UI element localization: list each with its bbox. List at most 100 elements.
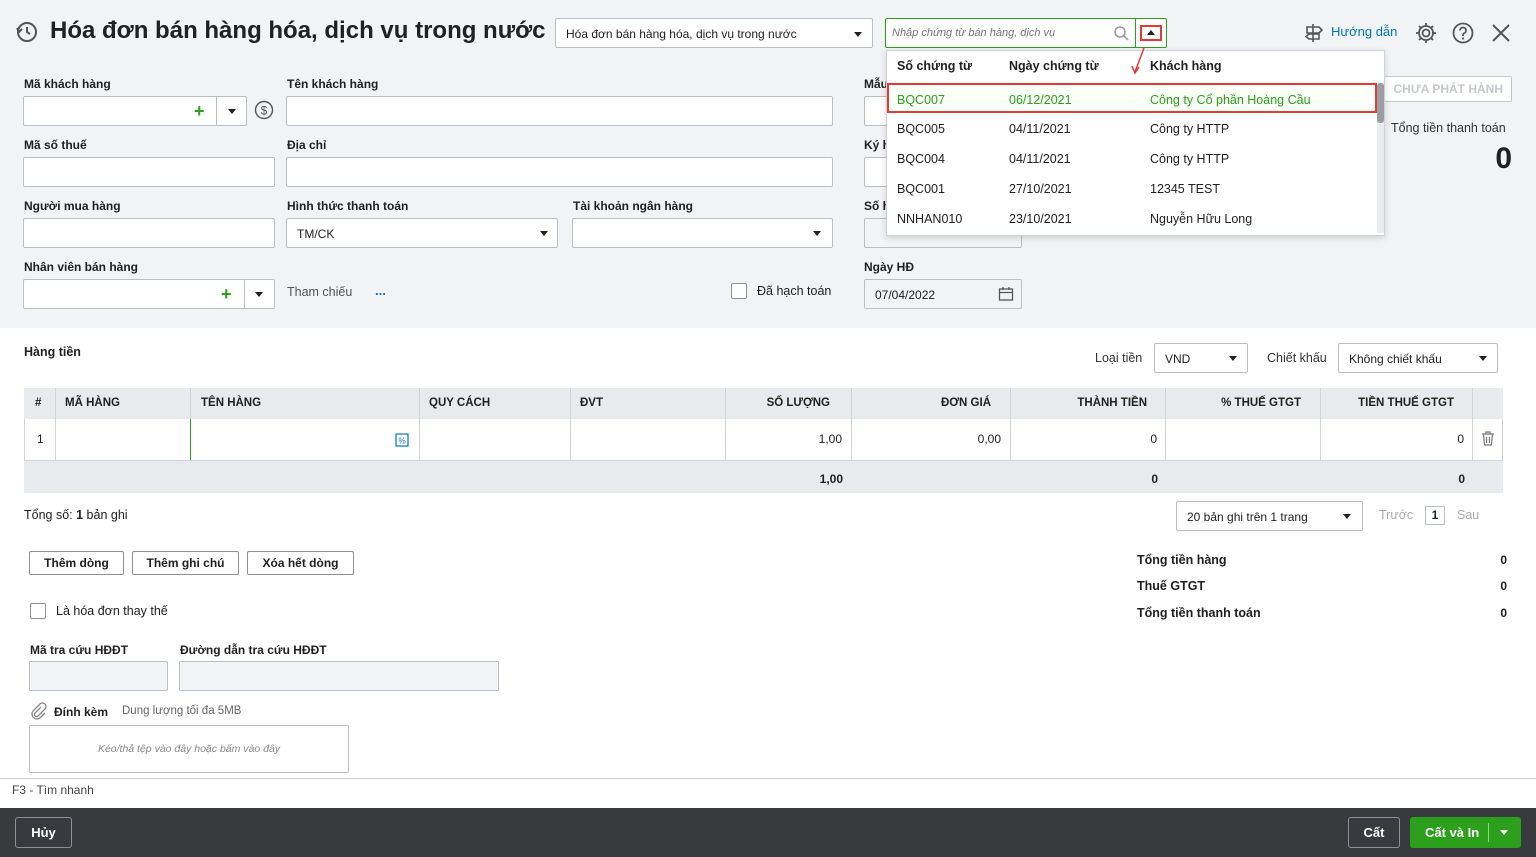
discount-select[interactable]: Không chiết khấu: [1338, 343, 1498, 373]
plus-icon[interactable]: +: [221, 285, 232, 303]
address-input[interactable]: [286, 157, 833, 187]
list-item[interactable]: NNHAN010 23/10/2021 Nguyễn Hữu Long: [887, 204, 1377, 234]
sales-staff-input[interactable]: +: [23, 279, 275, 309]
buyer-label: Người mua hàng: [24, 199, 121, 213]
row-vat-amount: 0: [1457, 432, 1464, 446]
col-header-date: Ngày chứng từ: [1009, 59, 1099, 73]
record-count: Tổng số: 1 bản ghi: [24, 508, 128, 522]
posted-label: Đã hạch toán: [757, 284, 832, 298]
customer-code-input[interactable]: +: [23, 96, 247, 126]
gear-icon[interactable]: [1414, 21, 1438, 45]
voucher-number: BQC004: [897, 152, 945, 166]
bank-account-select[interactable]: [572, 218, 833, 248]
vat-label: Thuế GTGT: [1137, 579, 1206, 593]
save-button[interactable]: Cất: [1348, 817, 1400, 848]
total-quantity: 1,00: [819, 472, 843, 486]
row-quantity: 1,00: [818, 432, 842, 446]
voucher-customer: Công ty HTTP: [1150, 152, 1230, 166]
customer-name-label: Tên khách hàng: [287, 77, 379, 91]
payment-method-select[interactable]: TM/CK: [286, 218, 558, 248]
add-note-button[interactable]: Thêm ghi chú: [132, 551, 239, 575]
posted-checkbox[interactable]: [731, 283, 747, 299]
dropzone-hint: Kéo/thả tệp vào đây hoặc bấm vào đây: [97, 743, 281, 755]
items-section-title: Hàng tiền: [24, 345, 81, 359]
history-icon[interactable]: [15, 20, 39, 44]
plus-icon[interactable]: +: [194, 102, 205, 120]
vat-value: 0: [1500, 579, 1507, 593]
voucher-date: 27/10/2021: [1009, 182, 1072, 196]
next-page-button[interactable]: Sau: [1457, 508, 1479, 522]
item-lookup-icon[interactable]: %: [395, 433, 409, 447]
col-item-code: MÃ HÀNG: [65, 397, 120, 409]
customer-name-input[interactable]: [286, 96, 833, 126]
cancel-button[interactable]: Hủy: [15, 817, 72, 848]
chevron-down-icon[interactable]: [255, 292, 263, 297]
page-size-select[interactable]: 20 bản ghi trên 1 trang: [1176, 501, 1363, 531]
search-icon[interactable]: [1114, 26, 1129, 41]
annotation-arrow: [1131, 47, 1145, 75]
voucher-date: 23/10/2021: [1009, 212, 1072, 226]
col-unit-price: ĐƠN GIÁ: [940, 397, 991, 409]
save-and-print-button[interactable]: Cất và In: [1410, 817, 1521, 848]
help-icon[interactable]: [1451, 21, 1475, 45]
voucher-number: BQC001: [897, 182, 945, 196]
attachment-dropzone[interactable]: Kéo/thả tệp vào đây hoặc bấm vào đây: [29, 725, 349, 773]
voucher-date: 04/11/2021: [1009, 122, 1071, 136]
voucher-customer: Công ty HTTP: [1150, 122, 1230, 136]
chevron-down-icon: [854, 32, 862, 37]
buyer-input[interactable]: [23, 218, 275, 248]
chevron-down-icon: [1343, 514, 1351, 519]
currency-select[interactable]: VND: [1154, 343, 1248, 373]
currency-label: Loại tiền: [1095, 351, 1143, 365]
row-amount: 0: [1150, 432, 1157, 446]
chevron-down-icon[interactable]: [228, 109, 236, 114]
attachment-label: Đính kèm: [54, 705, 109, 719]
invoice-date-input[interactable]: 07/04/2022: [864, 279, 1022, 309]
trash-icon[interactable]: [1481, 431, 1495, 446]
template-label: Mẫu: [864, 77, 888, 91]
delete-all-rows-button[interactable]: Xóa hết dòng: [247, 551, 354, 575]
voucher-search-input[interactable]: [892, 25, 1107, 41]
scrollbar[interactable]: [1377, 83, 1384, 233]
attachment-size-hint: Dung lượng tối đa 5MB: [122, 705, 242, 717]
voucher-date: 04/11/2021: [1009, 152, 1071, 166]
add-row-button[interactable]: Thêm dòng: [29, 551, 124, 575]
row-index: 1: [37, 432, 44, 446]
symbol-input[interactable]: [864, 157, 888, 187]
voucher-search-box[interactable]: [885, 18, 1167, 48]
page-title: Hóa đơn bán hàng hóa, dịch vụ trong nước: [50, 17, 546, 44]
replacement-invoice-checkbox[interactable]: [30, 603, 46, 619]
total-payment-value: 0: [1495, 142, 1512, 175]
signpost-icon[interactable]: [1303, 22, 1325, 44]
voucher-number: NNHAN010: [897, 212, 963, 226]
list-item[interactable]: BQC001 27/10/2021 12345 TEST: [887, 174, 1377, 204]
subtotal-value: 0: [1500, 553, 1507, 567]
payment-method-label: Hình thức thanh toán: [287, 199, 409, 213]
dollar-icon[interactable]: $: [254, 100, 274, 120]
tax-code-input[interactable]: [23, 157, 275, 187]
table-row[interactable]: 1 % 1,00 0,00 0 0: [24, 419, 1503, 461]
lookup-code-label: Mã tra cứu HĐĐT: [30, 643, 129, 657]
voucher-customer: Công ty Cổ phần Hoàng Cầu: [1150, 93, 1311, 107]
reference-more-link[interactable]: ...: [375, 283, 386, 298]
voucher-number: BQC007: [897, 93, 945, 107]
payment-method-value: TM/CK: [297, 227, 335, 241]
invoice-date-label: Ngày HĐ: [864, 260, 915, 274]
discount-label: Chiết khấu: [1267, 351, 1327, 365]
prev-page-button[interactable]: Trước: [1379, 508, 1413, 522]
dropdown-toggle-button[interactable]: [1140, 25, 1162, 41]
list-item[interactable]: BQC004 04/11/2021 Công ty HTTP: [887, 144, 1377, 174]
calendar-icon[interactable]: [998, 286, 1014, 302]
help-link[interactable]: Hướng dẫn: [1331, 24, 1397, 39]
template-input[interactable]: [864, 96, 888, 126]
invoice-date-value: 07/04/2022: [875, 288, 936, 302]
chevron-down-icon[interactable]: [1500, 830, 1508, 835]
list-item[interactable]: BQC007 06/12/2021 Công ty Cổ phần Hoàng …: [887, 83, 1377, 113]
col-vat-amount: TIỀN THUẾ GTGT: [1358, 397, 1454, 409]
list-item[interactable]: BQC005 04/11/2021 Công ty HTTP: [887, 114, 1377, 144]
voucher-type-select[interactable]: Hóa đơn bán hàng hóa, dịch vụ trong nước: [555, 18, 873, 48]
col-header-customer: Khách hàng: [1150, 59, 1222, 73]
status-badge: CHƯA PHÁT HÀNH: [1378, 76, 1512, 102]
current-page[interactable]: 1: [1425, 506, 1445, 525]
close-icon[interactable]: [1491, 23, 1511, 43]
